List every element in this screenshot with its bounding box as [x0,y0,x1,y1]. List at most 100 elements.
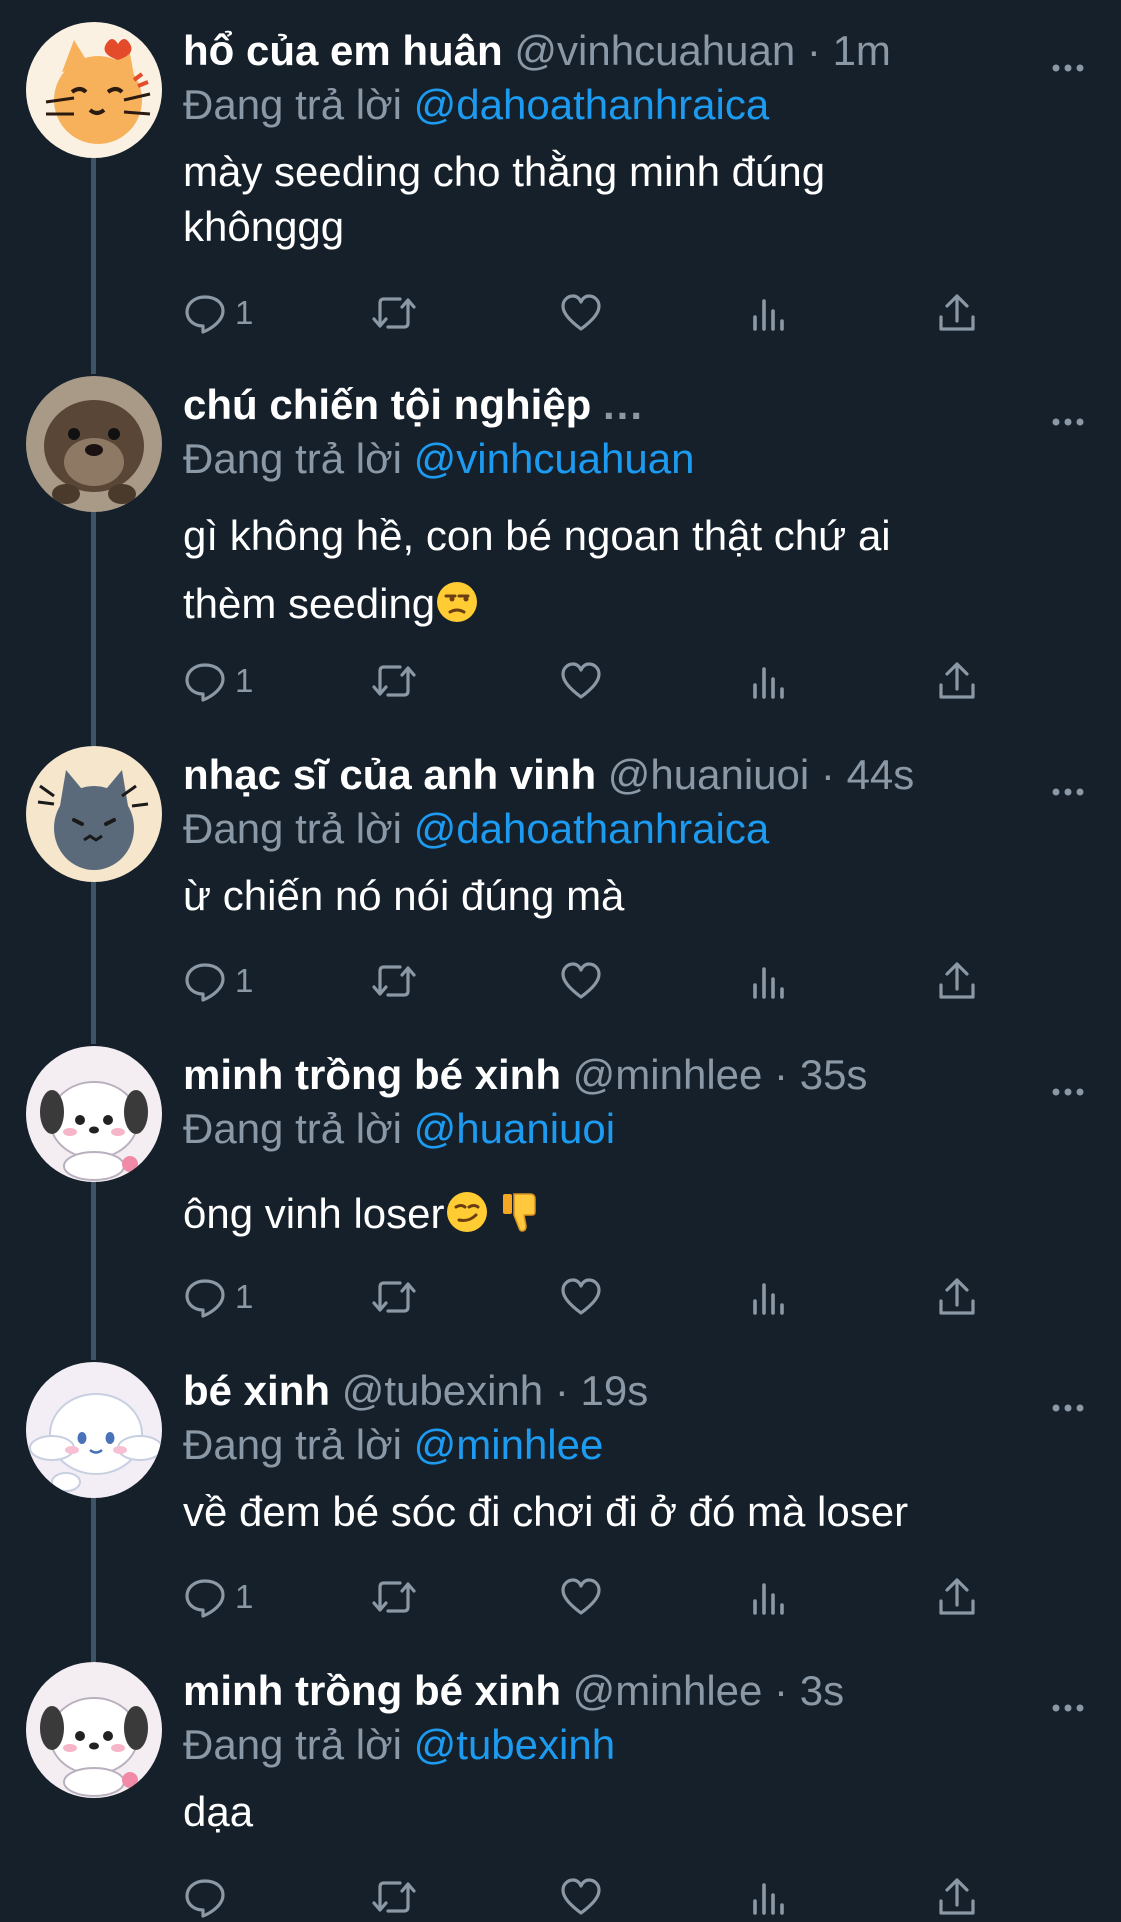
avatar[interactable] [26,1662,162,1798]
replying-to: Đang trả lời @tubexinh [183,1720,615,1770]
like-button[interactable] [559,288,603,338]
reply-icon [185,1879,225,1918]
share-button[interactable] [935,956,979,1006]
mention-link[interactable]: @tubexinh [414,1721,615,1768]
display-name[interactable]: nhạc sĩ của anh vinh [183,751,596,798]
like-button[interactable] [559,1872,603,1922]
avatar[interactable] [26,22,162,158]
tweet-text-line: gì không hề, con bé ngoan thật chứ ai [183,512,891,559]
display-name[interactable]: chú chiến tội nghiệp [183,381,591,428]
reply-thread: hổ của em huân @vinhcuahuan · 1m Đang tr… [0,0,1121,1920]
user-handle[interactable]: @huaniuoi [608,751,809,798]
retweet-button[interactable] [370,1572,418,1622]
tweet-text: ừ chiến nó nói đúng mà [183,868,1023,923]
views-button[interactable] [749,1272,789,1322]
more-options-button[interactable] [1046,764,1090,808]
timestamp[interactable]: 35s [800,1051,868,1098]
share-button[interactable] [935,656,979,706]
reply-button[interactable]: 1 [183,1572,253,1622]
views-icon [753,1583,784,1615]
reply-button[interactable]: 1 [183,288,253,338]
like-button[interactable] [559,1572,603,1622]
views-button[interactable] [749,656,789,706]
views-button[interactable] [749,956,789,1006]
tweet-header: nhạc sĩ của anh vinh @huaniuoi · 44s [183,750,914,800]
reply-count: 1 [235,294,254,331]
avatar[interactable] [26,746,162,882]
views-button[interactable] [749,1872,789,1922]
avatar[interactable] [26,1046,162,1182]
user-handle[interactable]: @vinhcuahuan [514,27,795,74]
reply-icon [185,663,225,702]
timestamp[interactable]: 44s [847,751,915,798]
like-button[interactable] [559,956,603,1006]
retweet-icon [372,1281,416,1313]
unamused-face-emoji [435,576,479,644]
mention-link[interactable]: @dahoathanhraica [414,81,770,128]
share-button[interactable] [935,1572,979,1622]
retweet-button[interactable] [370,288,418,338]
display-name[interactable]: bé xinh [183,1367,330,1414]
display-name[interactable]: minh trồng bé xinh [183,1051,561,1098]
retweet-icon [372,965,416,997]
otter-avatar-image [26,376,162,512]
more-options-button[interactable] [1046,394,1090,438]
action-bar: 1 [183,656,1003,706]
user-handle[interactable]: @minhlee [573,1667,763,1714]
tweet-text-line: dạa [183,1788,254,1835]
like-button[interactable] [559,1272,603,1322]
reply-button[interactable]: 1 [183,956,253,1006]
replying-to-label: Đang trả lời [183,1105,402,1152]
more-options-button[interactable] [1046,1380,1090,1424]
more-options-button[interactable] [1046,1064,1090,1108]
share-button[interactable] [935,1272,979,1322]
user-handle[interactable]: @minhlee [573,1051,763,1098]
more-options-button[interactable] [1046,1680,1090,1724]
tweet-text-line: thèm seeding [183,570,1023,644]
share-button[interactable] [935,1872,979,1922]
more-icon [1052,788,1084,796]
more-options-button[interactable] [1046,40,1090,84]
thumbs-down-emoji [497,1190,541,1247]
thread-connector [91,1496,96,1664]
mention-link[interactable]: @huaniuoi [414,1105,615,1152]
timestamp[interactable]: 19s [580,1367,648,1414]
action-bar [183,1872,1003,1922]
retweet-icon [372,1581,416,1613]
replying-to-label: Đang trả lời [183,1721,402,1768]
timestamp[interactable]: 3s [800,1667,844,1714]
retweet-button[interactable] [370,1872,418,1922]
replying-to: Đang trả lời @dahoathanhraica [183,804,769,854]
views-icon [753,1283,784,1315]
avatar[interactable] [26,376,162,512]
reply-button[interactable] [183,1872,235,1922]
tweet-text: ông vinh loser [183,1186,1023,1247]
share-button[interactable] [935,288,979,338]
retweet-button[interactable] [370,1272,418,1322]
retweet-icon [372,665,416,697]
tiger-avatar-image [26,22,162,158]
tweet-header: minh trồng bé xinh @minhlee · 35s [183,1050,867,1100]
user-handle[interactable]: @tubexinh [342,1367,543,1414]
mention-link[interactable]: @dahoathanhraica [414,805,770,852]
mention-link[interactable]: @minhlee [414,1421,604,1468]
display-name[interactable]: minh trồng bé xinh [183,1667,561,1714]
heart-icon [561,294,601,331]
avatar[interactable] [26,1362,162,1498]
action-bar: 1 [183,1272,1003,1322]
retweet-button[interactable] [370,956,418,1006]
tweet-text: về đem bé sóc đi chơi đi ở đó mà loser [183,1484,1063,1539]
retweet-button[interactable] [370,656,418,706]
heart-icon [561,1278,601,1315]
heart-icon [561,962,601,999]
reply-button[interactable]: 1 [183,1272,253,1322]
mention-link[interactable]: @vinhcuahuan [414,435,695,482]
views-button[interactable] [749,1572,789,1622]
views-button[interactable] [749,288,789,338]
tweet-header: chú chiến tội nghiệp ... [183,380,644,430]
like-button[interactable] [559,656,603,706]
display-name[interactable]: hổ của em huân [183,27,503,74]
timestamp[interactable]: 1m [833,27,891,74]
reply-button[interactable]: 1 [183,656,253,706]
heart-icon [561,1578,601,1615]
